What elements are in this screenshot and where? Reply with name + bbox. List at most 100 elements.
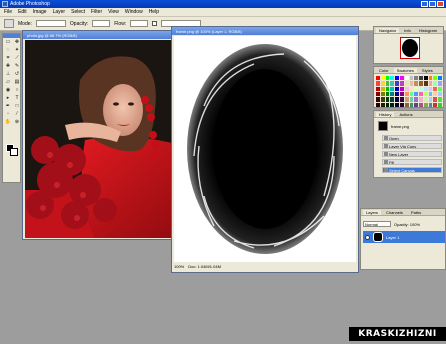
color-swatch[interactable] <box>428 76 433 81</box>
color-swatch[interactable] <box>390 102 395 107</box>
background-color-swatch[interactable] <box>10 148 18 156</box>
brush-tool-icon[interactable]: ✎ <box>13 63 21 70</box>
color-swatch[interactable] <box>423 97 428 102</box>
eraser-tool-icon[interactable]: ▱ <box>4 79 12 86</box>
color-swatch[interactable] <box>428 92 433 97</box>
color-swatch[interactable] <box>404 97 409 102</box>
color-swatch[interactable] <box>423 86 428 91</box>
color-swatch[interactable] <box>438 76 442 81</box>
layer-row-active[interactable]: Layer 1 <box>363 231 445 243</box>
blend-mode-select[interactable]: Normal <box>363 221 391 227</box>
blur-tool-icon[interactable]: ◉ <box>4 87 12 94</box>
hand-tool-icon[interactable]: ✋ <box>4 119 12 126</box>
color-swatch[interactable] <box>395 81 399 86</box>
navigator-thumbnail[interactable] <box>400 37 420 59</box>
color-swatch[interactable] <box>433 102 438 107</box>
notes-tool-icon[interactable]: ▫ <box>4 111 12 118</box>
menu-layer[interactable]: Layer <box>53 9 66 15</box>
tab-actions[interactable]: Actions <box>396 112 415 117</box>
color-swatch[interactable] <box>390 81 395 86</box>
menu-view[interactable]: View <box>108 9 119 15</box>
tab-history[interactable]: History <box>376 111 395 117</box>
history-step[interactable]: New Layer <box>382 151 442 157</box>
color-swatch[interactable] <box>399 86 404 91</box>
menu-window[interactable]: Window <box>125 9 143 15</box>
color-swatch[interactable] <box>428 97 433 102</box>
history-step[interactable]: Open <box>382 135 442 141</box>
history-brush-icon[interactable]: ↺ <box>13 71 21 78</box>
dodge-tool-icon[interactable]: ○ <box>13 87 21 94</box>
color-swatch[interactable] <box>428 81 433 86</box>
color-swatch[interactable] <box>423 92 428 97</box>
color-swatch[interactable] <box>385 102 390 107</box>
color-swatch[interactable] <box>433 86 438 91</box>
color-swatch[interactable] <box>380 81 385 86</box>
marquee-tool-icon[interactable]: ▭ <box>4 39 12 46</box>
color-swatch[interactable] <box>395 102 399 107</box>
move-tool-icon[interactable]: ✥ <box>13 39 21 46</box>
color-swatch[interactable] <box>376 92 380 97</box>
color-swatch[interactable] <box>404 76 409 81</box>
pen-tool-icon[interactable]: ✒ <box>4 103 12 110</box>
color-swatch[interactable] <box>409 102 414 107</box>
color-swatch[interactable] <box>395 76 399 81</box>
lasso-tool-icon[interactable]: ◌ <box>4 47 12 54</box>
visibility-eye-icon[interactable] <box>365 234 370 240</box>
menu-filter[interactable]: Filter <box>91 9 102 15</box>
color-swatch[interactable] <box>409 92 414 97</box>
color-swatch[interactable] <box>376 76 380 81</box>
color-swatch[interactable] <box>419 102 423 107</box>
color-swatch[interactable] <box>433 97 438 102</box>
color-swatch[interactable] <box>414 92 419 97</box>
color-swatch[interactable] <box>399 102 404 107</box>
menu-select[interactable]: Select <box>71 9 85 15</box>
opacity-field[interactable] <box>92 20 111 27</box>
color-swatch[interactable] <box>376 86 380 91</box>
color-swatch[interactable] <box>414 102 419 107</box>
color-swatch[interactable] <box>433 76 438 81</box>
color-swatch[interactable] <box>414 81 419 86</box>
color-swatch[interactable] <box>414 86 419 91</box>
color-swatch[interactable] <box>438 86 442 91</box>
zoom-tool-icon[interactable]: ⊕ <box>13 119 21 126</box>
color-swatch[interactable] <box>399 97 404 102</box>
color-swatch[interactable] <box>404 92 409 97</box>
tab-info[interactable]: Info <box>401 28 414 33</box>
color-swatch[interactable] <box>433 81 438 86</box>
mode-select[interactable] <box>35 20 66 27</box>
layer-opacity[interactable]: Opacity: 100% <box>394 222 420 227</box>
tab-swatches[interactable]: Swatches <box>393 67 417 73</box>
color-swatch[interactable] <box>390 86 395 91</box>
snapshot-thumbnail[interactable] <box>378 121 388 131</box>
color-swatch[interactable] <box>438 92 442 97</box>
color-swatch[interactable] <box>419 81 423 86</box>
color-swatch[interactable] <box>404 102 409 107</box>
color-swatch[interactable] <box>404 81 409 86</box>
color-swatch[interactable] <box>419 86 423 91</box>
crop-tool-icon[interactable]: ⌗ <box>4 55 12 62</box>
tab-styles[interactable]: Styles <box>419 68 436 73</box>
color-swatch[interactable] <box>390 92 395 97</box>
color-swatch[interactable] <box>380 76 385 81</box>
color-swatch[interactable] <box>385 76 390 81</box>
color-swatch[interactable] <box>423 102 428 107</box>
history-step[interactable]: Layer Via Copy <box>382 143 442 149</box>
color-swatch[interactable] <box>399 81 404 86</box>
minimize-button[interactable] <box>421 1 428 7</box>
color-swatch[interactable] <box>376 97 380 102</box>
close-button[interactable] <box>437 1 444 7</box>
tab-histogram[interactable]: Histogram <box>416 28 440 33</box>
color-swatch[interactable] <box>395 97 399 102</box>
zoom-level[interactable]: 100% <box>174 264 184 269</box>
history-step[interactable]: Fill <box>382 159 442 165</box>
tab-navigator[interactable]: Navigator <box>376 27 400 33</box>
menu-edit[interactable]: Edit <box>18 9 27 15</box>
color-swatch[interactable] <box>409 81 414 86</box>
color-swatch[interactable] <box>376 102 380 107</box>
frame-document-window[interactable]: frame.png @ 100% (Layer 1, RGB/8) 100% D… <box>171 26 359 273</box>
color-swatch[interactable] <box>376 81 380 86</box>
flow-field[interactable] <box>130 20 149 27</box>
tab-color[interactable]: Color <box>376 68 392 73</box>
color-swatch[interactable] <box>385 97 390 102</box>
menu-image[interactable]: Image <box>33 9 47 15</box>
